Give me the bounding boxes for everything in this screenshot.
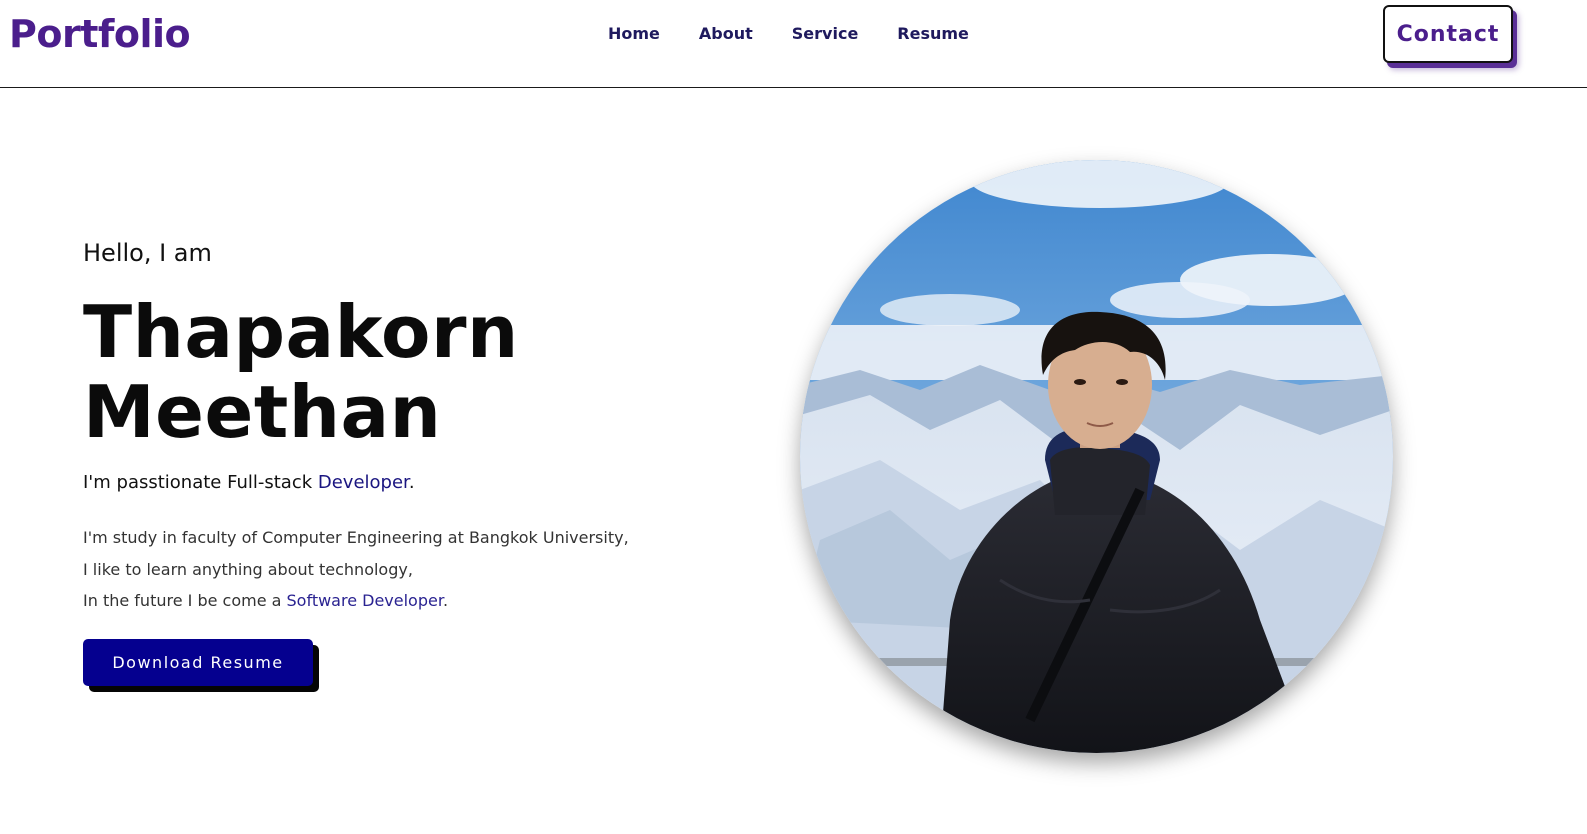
hero-name-last: Meethan <box>83 370 442 454</box>
bio-line-1: I'm study in faculty of Computer Enginee… <box>83 528 629 547</box>
profile-photo <box>800 160 1393 753</box>
nav-home[interactable]: Home <box>608 22 660 46</box>
tagline-accent: Developer <box>317 472 409 493</box>
contact-button[interactable]: Contact <box>1383 5 1513 63</box>
main-nav: Home About Service Resume <box>608 22 1008 46</box>
bio-line-3-prefix: In the future I be come a <box>83 591 287 610</box>
bio-line-3-accent: Software Developer <box>286 591 443 610</box>
nav-about[interactable]: About <box>699 22 753 46</box>
bio-line-3: In the future I be come a Software Devel… <box>83 585 629 617</box>
tagline-prefix: I'm passtionate Full-stack <box>83 472 318 493</box>
bio-line-2: I like to learn anything about technolog… <box>83 559 413 579</box>
hero-tagline: I'm passtionate Full-stack Developer. <box>83 470 415 496</box>
nav-resume[interactable]: Resume <box>897 22 969 46</box>
profile-photo-illustration <box>800 160 1393 753</box>
hero-name-first: Thapakorn <box>83 290 519 374</box>
download-resume-button[interactable]: Download Resume <box>83 639 313 686</box>
hero-name: Thapakorn Meethan <box>83 292 519 452</box>
tagline-suffix: . <box>408 472 415 493</box>
bio-line-3-suffix: . <box>442 591 449 610</box>
site-logo[interactable]: Portfolio <box>9 10 191 58</box>
site-header: Portfolio Home About Service Resume Cont… <box>0 0 1587 88</box>
hero-greeting: Hello, I am <box>83 239 212 267</box>
nav-service[interactable]: Service <box>792 22 859 46</box>
hero-bio: I'm study in faculty of Computer Enginee… <box>83 522 629 617</box>
